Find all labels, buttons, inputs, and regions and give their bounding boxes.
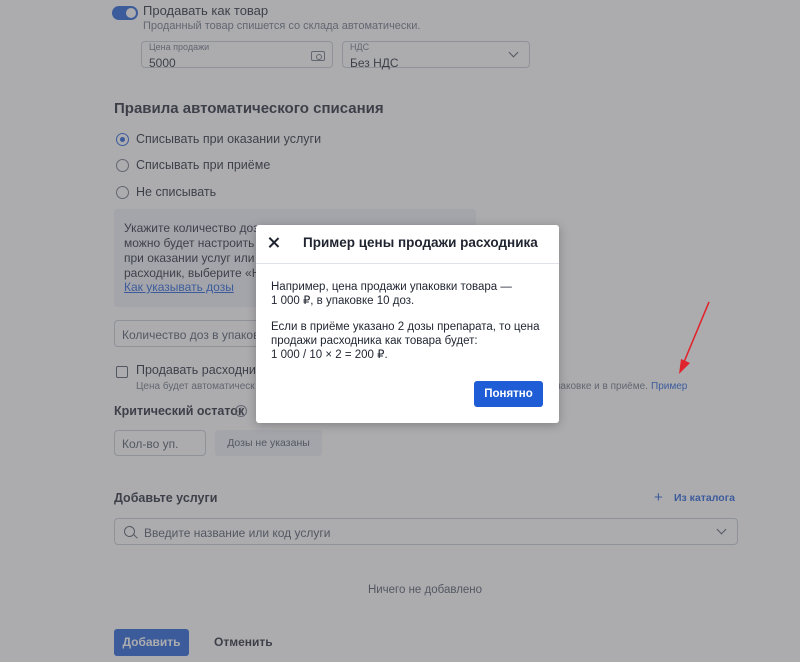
arrow-head [679,359,690,374]
arrow-line [683,301,710,363]
page: Продавать как товар Проданный товар спиш… [0,0,800,662]
annotation-arrow [679,301,710,374]
